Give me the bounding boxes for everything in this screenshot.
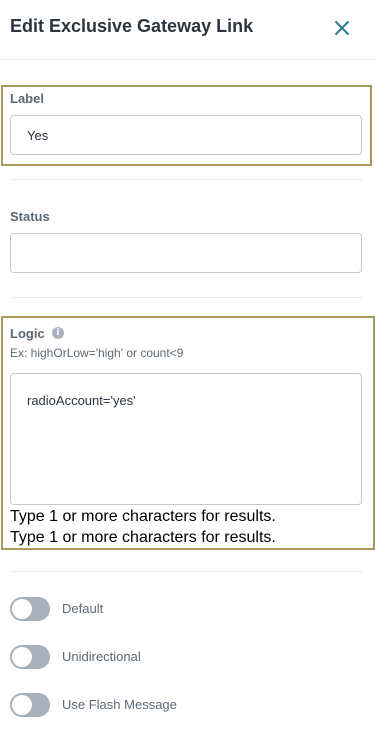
unidirectional-switch[interactable] (10, 645, 50, 669)
status-field-label: Status (10, 209, 50, 224)
status-input[interactable] (10, 233, 362, 273)
switch-knob (12, 647, 32, 667)
logic-textarea[interactable]: radioAccount='yes' (10, 373, 362, 505)
divider (10, 571, 362, 572)
label-input[interactable] (10, 115, 362, 155)
divider (10, 297, 362, 298)
results-message: Type 1 or more characters for results. (10, 508, 276, 525)
switch-knob (12, 599, 32, 619)
default-switch[interactable] (10, 597, 50, 621)
divider (10, 179, 362, 180)
switch-knob (12, 695, 32, 715)
close-icon[interactable] (330, 16, 354, 40)
toggle-label-unidirectional: Unidirectional (62, 649, 141, 664)
results-message: Type 1 or more characters for results. (10, 529, 276, 546)
logic-hint: Ex: highOrLow='high' or count<9 (10, 346, 184, 360)
flash-message-switch[interactable] (10, 693, 50, 717)
toggle-label-default: Default (62, 601, 104, 616)
toggle-label-flash-message: Use Flash Message (62, 697, 177, 712)
label-field-label: Label (10, 91, 44, 106)
toggle-unidirectional: Unidirectional (10, 645, 362, 669)
info-icon[interactable]: i (52, 327, 64, 339)
close-button[interactable] (330, 16, 354, 40)
panel-header: Edit Exclusive Gateway Link (0, 0, 375, 60)
panel-title: Edit Exclusive Gateway Link (10, 16, 254, 36)
toggle-default: Default (10, 597, 362, 621)
logic-field-label: Logic (10, 326, 45, 341)
toggle-flash-message: Use Flash Message (10, 693, 362, 717)
